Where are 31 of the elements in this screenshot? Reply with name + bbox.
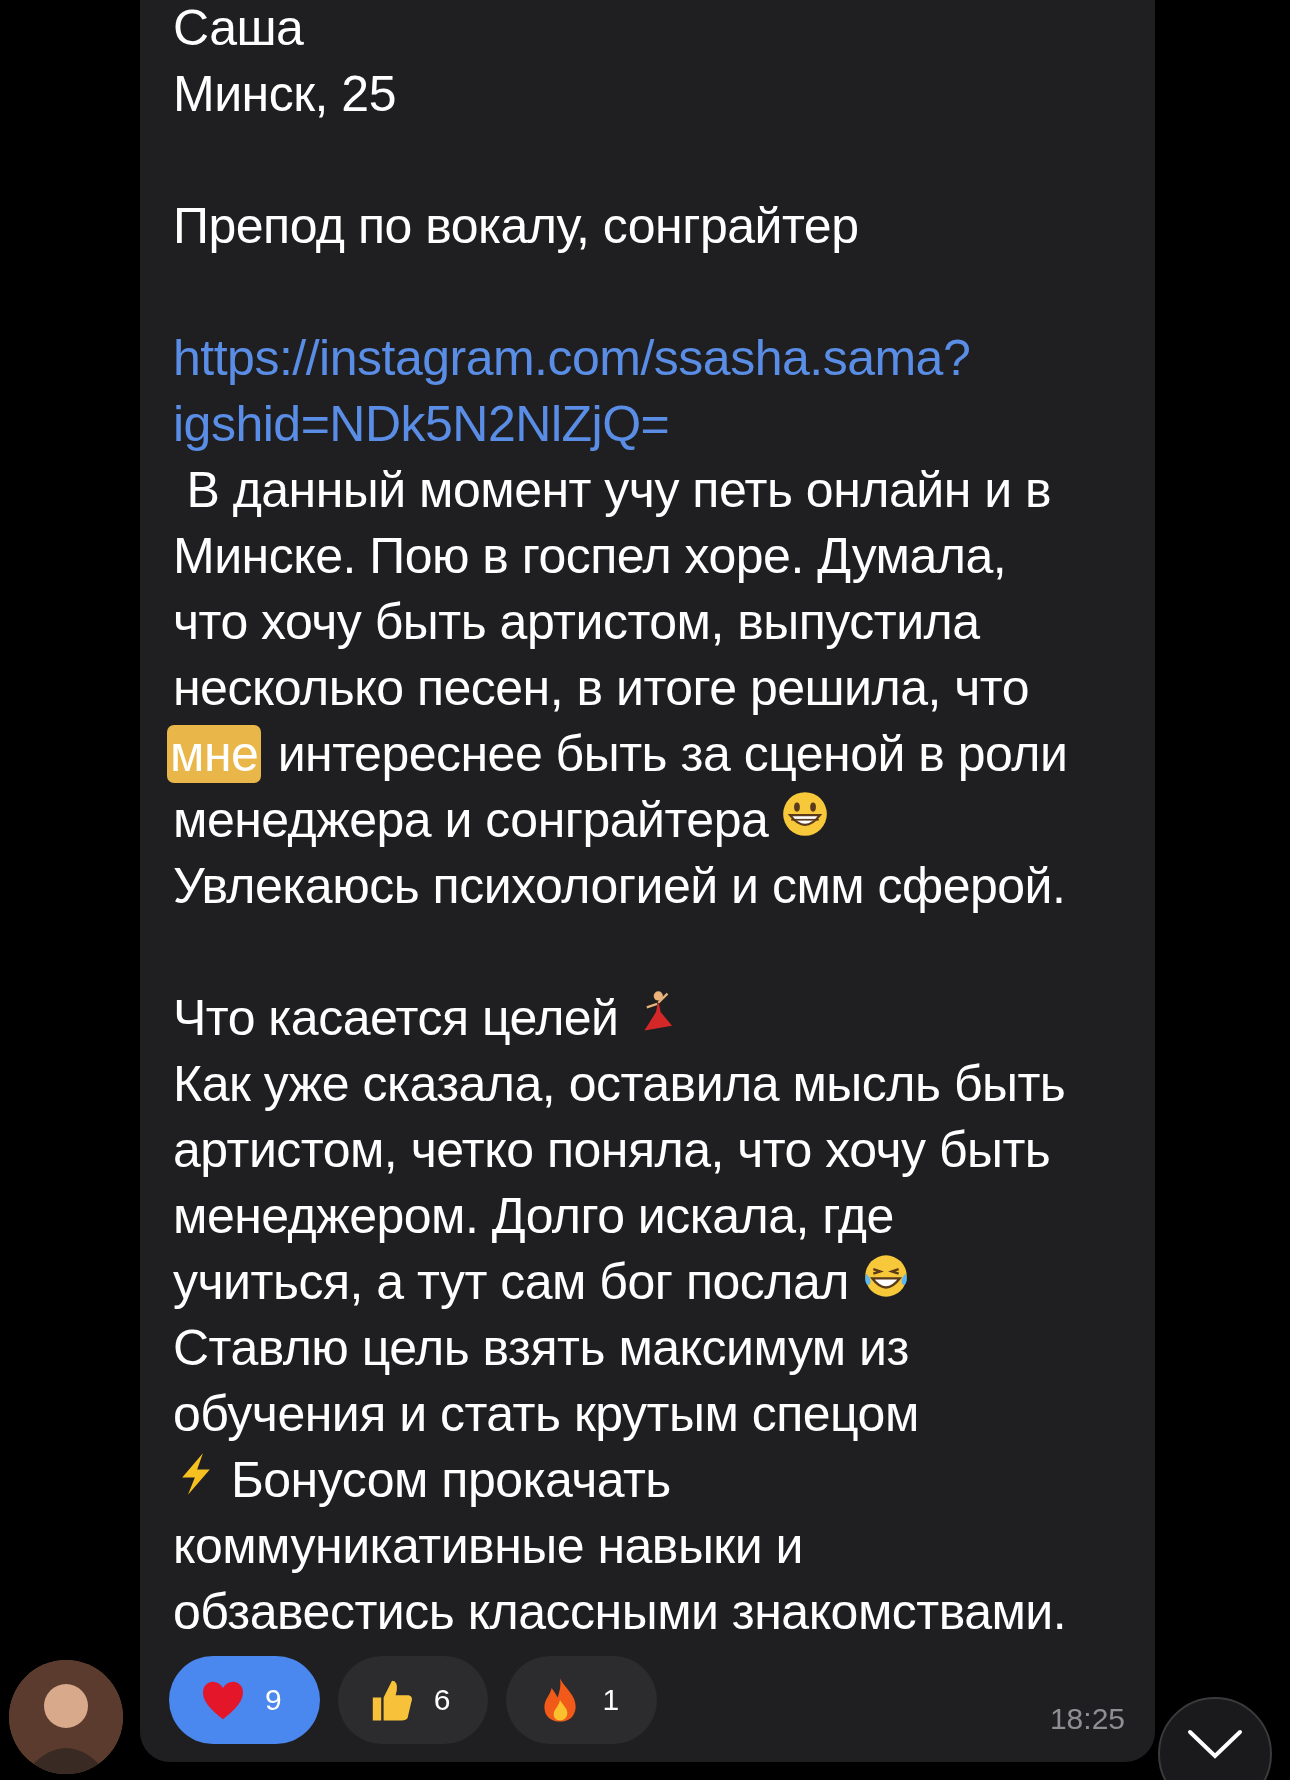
message-text: Ставлю цель взять максимум из xyxy=(173,1319,909,1377)
message-text: обзавестись классными знакомствами. xyxy=(173,1583,1067,1641)
message-text: коммуникативные навыки и xyxy=(173,1517,803,1575)
message-text: Минск, 25 xyxy=(173,65,396,123)
message-text: несколько песен, в итоге решила, что xyxy=(173,659,1029,717)
profile-link[interactable]: igshid=NDk5N2NlZjQ= xyxy=(173,395,670,453)
message-text: менеджера и сонграйтера xyxy=(173,791,769,849)
message-text: Увлекаюсь психологией и смм сферой. xyxy=(173,857,1066,915)
message-text: В данный момент учу петь онлайн и в xyxy=(185,461,1052,519)
reaction-button[interactable]: 6 xyxy=(337,1656,489,1744)
message-text: менеджером. Долго искала, где xyxy=(173,1187,894,1245)
search-highlight: мне xyxy=(167,725,262,783)
message-text: учиться, а тут сам бог послал xyxy=(173,1253,849,1311)
scroll-down-button[interactable] xyxy=(1158,1697,1272,1780)
message-text: Что касается целей xyxy=(173,989,619,1047)
message-text: Препод по вокалу, сонграйтер xyxy=(173,197,859,255)
chevron-down-icon xyxy=(1187,1729,1243,1759)
message-time: 18:25 xyxy=(1049,1702,1125,1736)
message-text: что хочу быть артистом, выпустила xyxy=(173,593,980,651)
message-text: Саша xyxy=(173,0,304,57)
message-text: Как уже сказала, оставила мысль быть xyxy=(173,1055,1066,1113)
message-text: Бонусом прокачать xyxy=(231,1451,671,1509)
message-text: Минске. Пою в госпел хоре. Думала, xyxy=(173,527,1007,585)
message-text: артистом, четко поняла, что хочу быть xyxy=(173,1121,1051,1179)
reaction-button[interactable]: 1 xyxy=(506,1656,658,1744)
profile-link[interactable]: https://instagram.com/ssasha.sama? xyxy=(173,329,971,387)
message-text: интереснее быть за сценой в роли xyxy=(276,725,1068,783)
laughing-face-icon xyxy=(862,1253,909,1299)
reaction-button[interactable]: 9 xyxy=(169,1656,320,1744)
message-text: обучения и стать крутым спецом xyxy=(173,1385,919,1443)
grinning-face-icon xyxy=(782,791,829,837)
